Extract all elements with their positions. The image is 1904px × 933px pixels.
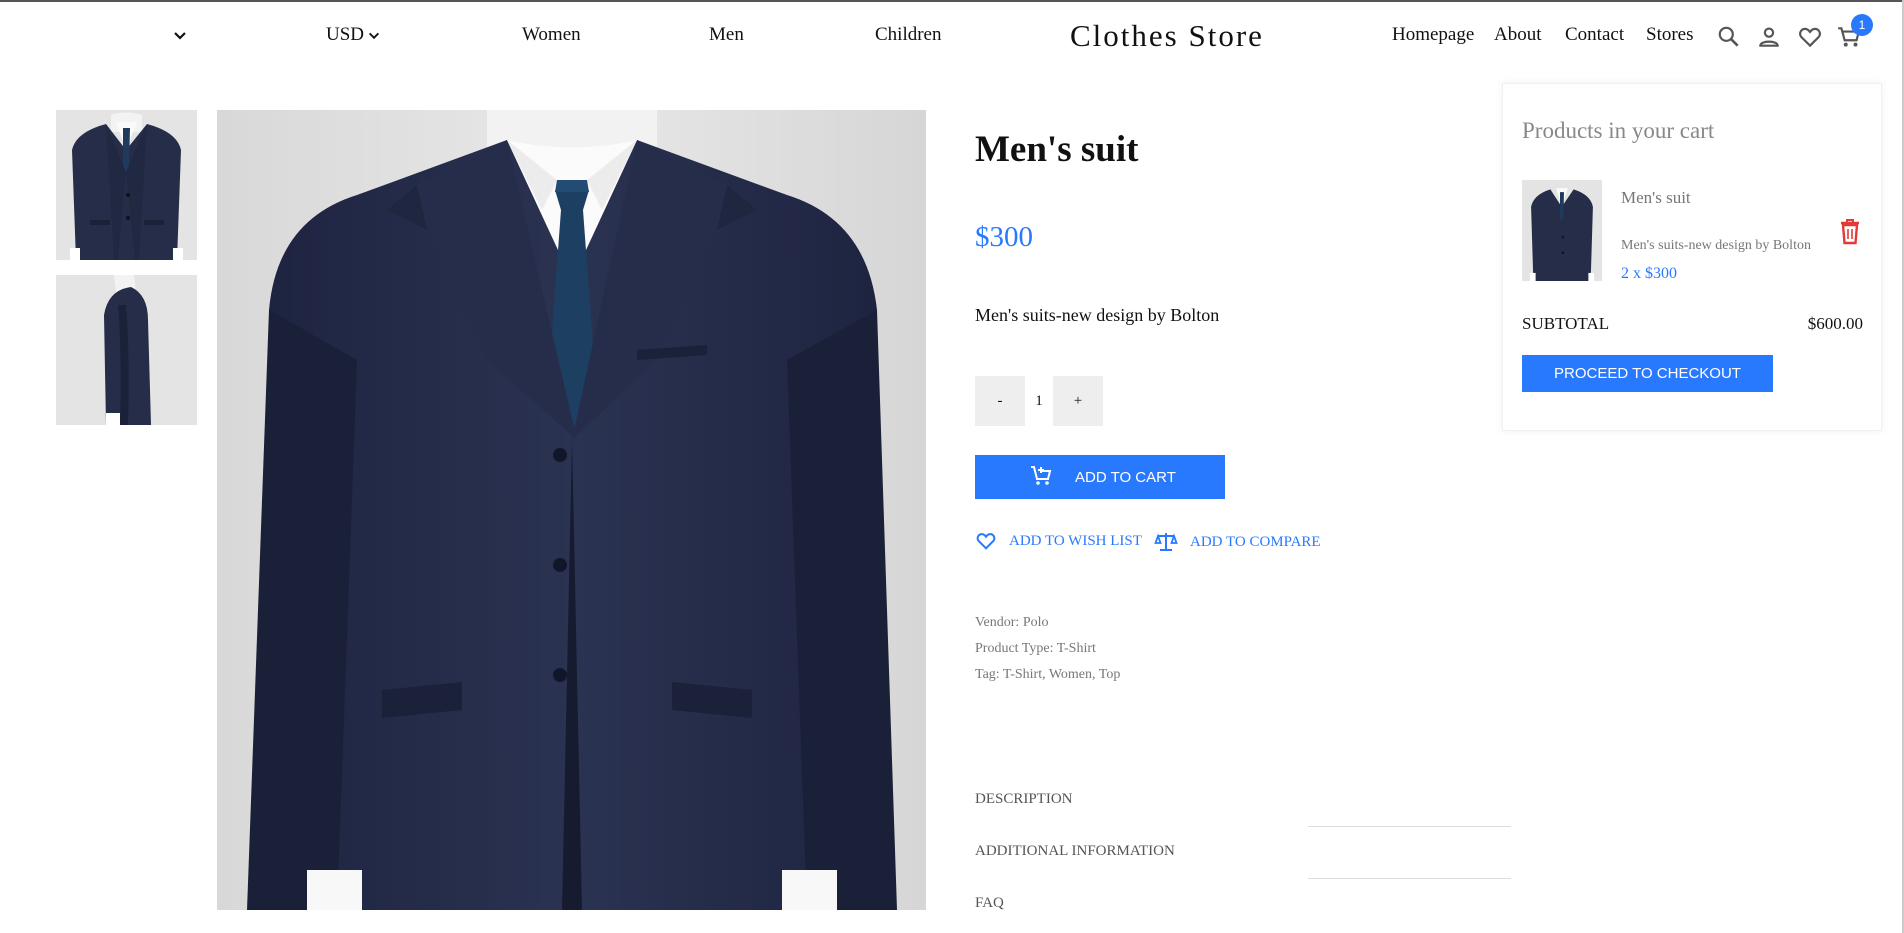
product-description: Men's suits-new design by Bolton: [975, 305, 1220, 325]
product-tags: Tag: T-Shirt, Women, Top: [975, 667, 1121, 682]
tab-divider: [1308, 826, 1511, 827]
product-thumbnail-side[interactable]: [56, 275, 197, 425]
product-main-image[interactable]: [217, 110, 926, 910]
cart-item-name[interactable]: Men's suit: [1621, 188, 1691, 208]
product-type: Product Type: T-Shirt: [975, 641, 1096, 656]
cart-item-description: Men's suits-new design by Bolton: [1621, 238, 1811, 253]
currency-selector[interactable]: USD: [326, 24, 381, 46]
quantity-increase-button[interactable]: +: [1053, 376, 1103, 426]
product-title: Men's suit: [975, 129, 1139, 170]
suit-main-illustration: [217, 110, 926, 910]
suit-cart-image: [1522, 180, 1602, 281]
cart-heading: Products in your cart: [1522, 118, 1715, 143]
add-to-compare-link[interactable]: ADD TO COMPARE: [1154, 530, 1321, 554]
suit-front-image: [56, 110, 197, 260]
cart-count-badge: 1: [1851, 14, 1873, 36]
chevron-down-icon: [368, 32, 380, 39]
nav-contact[interactable]: Contact: [1565, 24, 1624, 46]
tab-additional-information[interactable]: ADDITIONAL INFORMATION: [975, 843, 1175, 860]
subtotal-label: SUBTOTAL: [1522, 314, 1610, 333]
suit-side-image: [56, 275, 197, 425]
product-thumbnail-front[interactable]: [56, 110, 197, 260]
search-icon[interactable]: [1716, 24, 1742, 50]
nav-stores[interactable]: Stores: [1646, 24, 1694, 46]
add-to-compare-label: ADD TO COMPARE: [1190, 533, 1321, 550]
user-icon[interactable]: [1756, 24, 1782, 50]
quantity-input[interactable]: 1: [1025, 376, 1053, 426]
add-to-wishlist-label: ADD TO WISH LIST: [1009, 532, 1142, 549]
add-to-wishlist-link[interactable]: ADD TO WISH LIST: [975, 530, 1142, 552]
trash-icon[interactable]: [1838, 217, 1862, 245]
cart-item-quantity-price: 2 x $300: [1621, 265, 1677, 282]
subtotal-value: $600.00: [1807, 314, 1863, 333]
add-cart-icon: [1031, 466, 1052, 485]
tab-description[interactable]: DESCRIPTION: [975, 791, 1073, 808]
add-to-cart-button[interactable]: ADD TO CART: [975, 455, 1225, 499]
nav-about[interactable]: About: [1494, 24, 1542, 46]
cart-dropdown-panel: Products in your cart Men's suit Men's s…: [1502, 83, 1882, 431]
store-logo[interactable]: Clothes Store: [1070, 18, 1264, 54]
heart-icon[interactable]: [1797, 24, 1823, 50]
scale-icon: [1154, 533, 1178, 551]
tab-divider: [1308, 878, 1511, 879]
nav-children[interactable]: Children: [875, 24, 942, 46]
quantity-decrease-button[interactable]: -: [975, 376, 1025, 426]
add-to-cart-label: ADD TO CART: [1075, 468, 1176, 486]
heart-icon: [976, 533, 996, 550]
nav-men[interactable]: Men: [709, 24, 744, 46]
product-vendor: Vendor: Polo: [975, 615, 1049, 630]
cart-item-image[interactable]: [1522, 180, 1602, 281]
site-header: USD Women Men Children Clothes Store Hom…: [0, 2, 1904, 72]
chevron-down-icon[interactable]: [172, 28, 188, 44]
product-price: $300: [975, 221, 1033, 253]
currency-label: USD: [326, 24, 365, 45]
proceed-to-checkout-button[interactable]: PROCEED TO CHECKOUT: [1522, 355, 1773, 392]
nav-women[interactable]: Women: [522, 24, 581, 46]
tab-faq[interactable]: FAQ: [975, 895, 1004, 912]
nav-homepage[interactable]: Homepage: [1392, 24, 1474, 46]
